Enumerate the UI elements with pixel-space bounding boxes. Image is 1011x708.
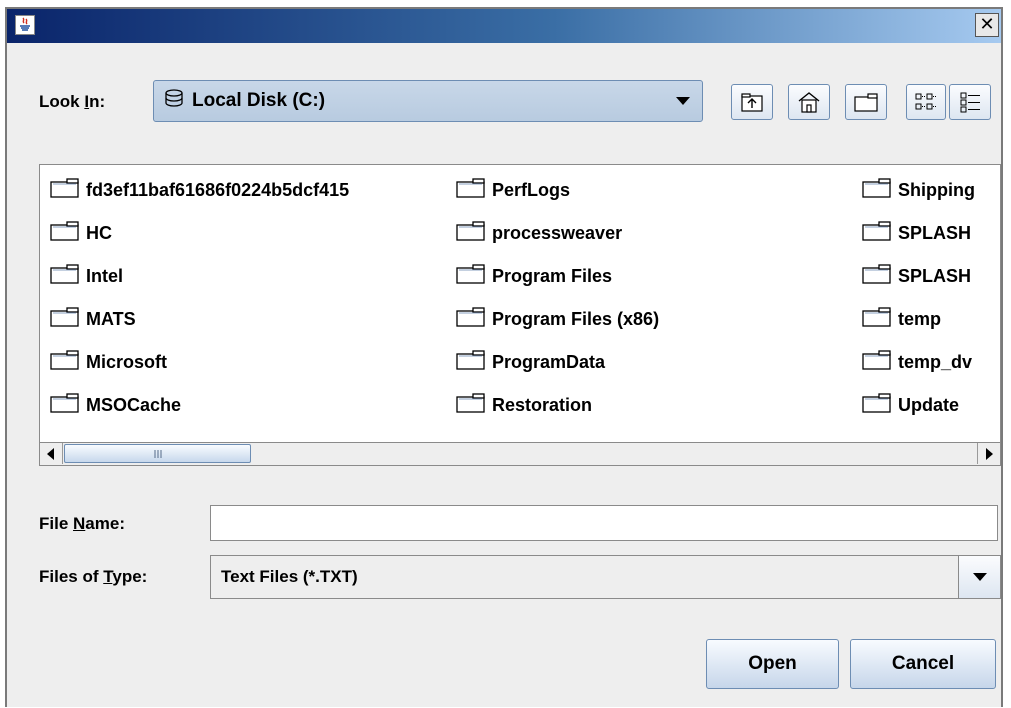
hard-disk-icon: [164, 88, 184, 114]
folder-icon: [50, 177, 80, 204]
chevron-down-icon: [972, 573, 987, 581]
chevron-down-icon: [676, 97, 690, 105]
file-list-item[interactable]: PerfLogs: [456, 175, 570, 205]
file-list-item[interactable]: Restoration: [456, 390, 592, 420]
title-bar[interactable]: ✕: [7, 9, 1001, 43]
file-list-item-label: Update: [898, 394, 960, 415]
open-button[interactable]: Open: [706, 639, 839, 689]
details-view-icon: [960, 92, 980, 113]
look-in-dropdown-button[interactable]: [670, 91, 696, 111]
home-icon: [798, 92, 820, 113]
horizontal-scrollbar[interactable]: [40, 442, 1000, 465]
file-list-item[interactable]: Update: [862, 390, 959, 420]
scroll-left-button[interactable]: [40, 443, 63, 464]
arrow-right-icon: [986, 447, 993, 460]
file-list-item-label: SPLASH: [898, 265, 972, 286]
file-list-item-label: Program Files (x86): [492, 308, 660, 329]
look-in-value: Local Disk (C:): [192, 90, 326, 111]
files-of-type-dropdown-button[interactable]: [958, 556, 1000, 598]
file-list-item-label: temp: [898, 308, 942, 329]
folder-icon: [456, 392, 486, 419]
file-list-item-label: ProgramData: [492, 351, 606, 372]
list-view-button[interactable]: [906, 84, 946, 120]
new-folder-icon: [854, 93, 878, 112]
folder-icon: [862, 306, 892, 333]
file-list-item[interactable]: temp_dv: [862, 347, 972, 377]
folder-icon: [456, 177, 486, 204]
file-list-item-label: HC: [86, 222, 112, 243]
file-list-item[interactable]: temp: [862, 304, 941, 334]
folder-icon: [862, 263, 892, 290]
new-folder-button[interactable]: [845, 84, 887, 120]
file-list[interactable]: fd3ef11baf61686f0224b5dcf415 HC Intel MATS M…: [39, 164, 1001, 466]
file-list-item[interactable]: ProgramData: [456, 347, 605, 377]
file-list-item-label: MSOCache: [86, 394, 182, 415]
file-list-item-label: processweaver: [492, 222, 623, 243]
folder-icon: [862, 392, 892, 419]
look-in-combo[interactable]: Local Disk (C:): [153, 80, 703, 122]
file-list-item-label: Microsoft: [86, 351, 167, 372]
file-list-item[interactable]: HC: [50, 218, 112, 248]
file-list-item-label: PerfLogs: [492, 179, 571, 200]
folder-icon: [50, 392, 80, 419]
file-list-item[interactable]: Intel: [50, 261, 123, 291]
file-list-item-label: temp_dv: [898, 351, 973, 372]
file-list-item[interactable]: SPLASH: [862, 218, 971, 248]
up-one-level-icon: [741, 93, 763, 112]
folder-icon: [862, 220, 892, 247]
folder-icon: [50, 220, 80, 247]
arrow-left-icon: [47, 447, 54, 460]
folder-icon: [50, 306, 80, 333]
file-list-item-label: Restoration: [492, 394, 593, 415]
folder-icon: [50, 349, 80, 376]
file-list-item[interactable]: MSOCache: [50, 390, 181, 420]
file-name-field[interactable]: [210, 505, 998, 541]
folder-icon: [50, 263, 80, 290]
files-of-type-label: Files of Type:: [39, 567, 148, 586]
close-button[interactable]: ✕: [975, 13, 999, 37]
files-of-type-combo[interactable]: Text Files (*.TXT): [210, 555, 1001, 599]
file-chooser-dialog: ✕ Look In: Local Disk (C:) fd3ef11baf616…: [5, 7, 1003, 707]
file-name-label: File Name:: [39, 514, 125, 533]
files-of-type-value: Text Files (*.TXT): [221, 567, 358, 586]
details-view-button[interactable]: [949, 84, 991, 120]
home-button[interactable]: [788, 84, 830, 120]
folder-icon: [456, 349, 486, 376]
folder-icon: [456, 306, 486, 333]
file-list-item[interactable]: processweaver: [456, 218, 622, 248]
folder-icon: [862, 349, 892, 376]
folder-icon: [456, 220, 486, 247]
file-list-item-label: Shipping: [898, 179, 975, 200]
look-in-label: Look In:: [39, 92, 106, 111]
list-view-icon: [915, 93, 936, 110]
file-list-item[interactable]: Program Files (x86): [456, 304, 659, 334]
folder-icon: [456, 263, 486, 290]
up-one-level-button[interactable]: [731, 84, 773, 120]
file-list-item-label: fd3ef11baf61686f0224b5dcf415: [86, 179, 350, 200]
cancel-button[interactable]: Cancel: [850, 639, 996, 689]
java-icon: [15, 15, 35, 35]
scroll-right-button[interactable]: [977, 443, 1000, 464]
file-list-item-label: SPLASH: [898, 222, 972, 243]
file-list-item[interactable]: Microsoft: [50, 347, 167, 377]
file-list-item[interactable]: SPLASH: [862, 261, 971, 291]
folder-icon: [862, 177, 892, 204]
scrollbar-thumb[interactable]: [64, 444, 251, 463]
file-list-item[interactable]: Program Files: [456, 261, 612, 291]
file-list-item-label: Program Files: [492, 265, 613, 286]
file-list-item[interactable]: Shipping: [862, 175, 975, 205]
close-icon: ✕: [979, 14, 995, 35]
file-list-item-label: Intel: [86, 265, 124, 286]
file-list-item-label: MATS: [86, 308, 136, 329]
file-list-item[interactable]: fd3ef11baf61686f0224b5dcf415: [50, 175, 349, 205]
grip-icon: [154, 449, 161, 458]
file-list-item[interactable]: MATS: [50, 304, 136, 334]
